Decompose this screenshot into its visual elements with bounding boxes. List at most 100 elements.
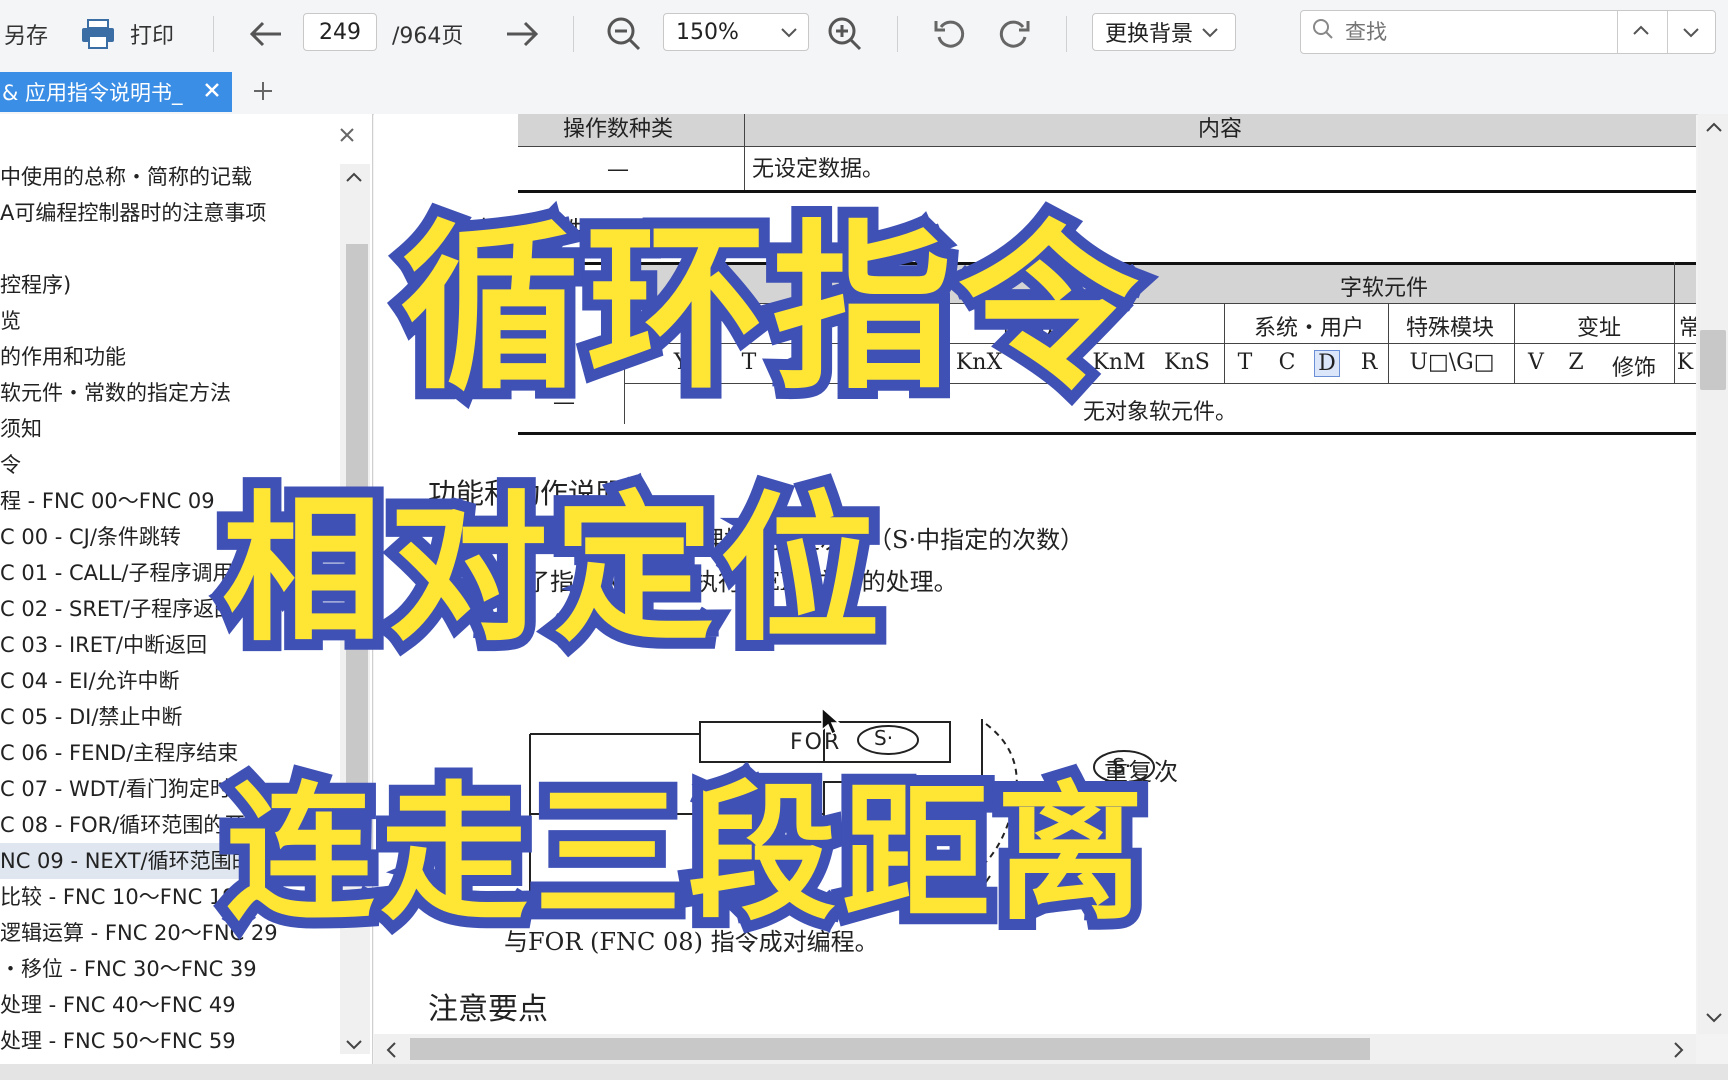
printer-icon (78, 14, 118, 54)
save-as-label: 另存 (4, 24, 49, 49)
toc-item[interactable]: 的作用和功能 (0, 339, 126, 375)
table-divider (744, 114, 745, 190)
toc-item[interactable]: C 04 - EI/允许中断 (0, 663, 180, 699)
table-cell: R (1360, 350, 1378, 375)
table-cell: 修饰 (1611, 356, 1656, 381)
toolbar: 另存 打印 249 /964页 150% 更换背景 (0, 0, 1728, 69)
table-rule (518, 190, 1696, 193)
table-cell-highlight: D (1314, 350, 1340, 377)
table-header-cell: 内容 (1197, 117, 1242, 142)
table-divider (518, 146, 1696, 147)
table-divider (1224, 303, 1225, 383)
background-select-label: 更换背景 (1105, 22, 1194, 47)
table-cell: Z (1568, 350, 1584, 375)
toc-item[interactable]: ・移位 - FNC 30～FNC 39 (0, 951, 257, 987)
table-header-cell: 变址 (1576, 316, 1621, 341)
scroll-down-icon[interactable] (1704, 1008, 1724, 1032)
vertical-scrollbar[interactable] (1698, 114, 1728, 1034)
print-label: 打印 (130, 24, 175, 49)
zoom-out-icon (604, 14, 644, 54)
table-cell: U□\G□ (1409, 350, 1495, 375)
search-prev-button[interactable] (1631, 21, 1651, 47)
tab-label: & 应用指令说明书_ (2, 81, 183, 105)
toc-item[interactable]: 令 (0, 447, 21, 483)
scroll-up-icon[interactable] (1704, 118, 1724, 142)
rotate-ccw-icon (930, 14, 970, 54)
rotate-left-button[interactable] (930, 0, 970, 68)
toolbar-divider (573, 16, 574, 52)
table-cell: — (607, 157, 629, 182)
toc-item[interactable]: C 00 - CJ/条件跳转 (0, 519, 181, 555)
toc-item[interactable]: 控程序) (0, 267, 71, 303)
tab-document[interactable]: & 应用指令说明书_ (0, 72, 232, 112)
zoom-in-button[interactable] (825, 0, 865, 68)
table-divider (1514, 303, 1515, 383)
toolbar-divider (1066, 16, 1067, 52)
background-select[interactable]: 更换背景 (1092, 13, 1236, 51)
table-cell: V (1528, 350, 1544, 375)
toc-item[interactable]: C 06 - FEND/主程序结束 (0, 735, 238, 771)
toc-item[interactable]: 软元件・常数的指定方法 (0, 375, 231, 411)
overlay-title-3: 连走三段距离 (215, 768, 1155, 940)
scroll-left-icon[interactable] (382, 1040, 400, 1064)
diagram-label: 次 (1154, 758, 1178, 786)
rotate-right-button[interactable] (994, 0, 1034, 68)
scroll-right-icon[interactable] (1670, 1040, 1688, 1064)
diagram-label: S· (874, 726, 894, 750)
new-tab-button[interactable] (250, 76, 276, 110)
toc-item[interactable]: 比较 - FNC 10～FNC 19 (0, 879, 236, 915)
toc-item[interactable]: C 01 - CALL/子程序调用 (0, 555, 234, 591)
vertical-scroll-thumb[interactable] (1700, 330, 1726, 390)
zoom-value: 150% (676, 19, 739, 45)
tab-bar: & 应用指令说明书_ (0, 68, 1728, 115)
search-input[interactable] (1343, 19, 1607, 45)
toc-item[interactable]: 程 - FNC 00～FNC 09 (0, 483, 215, 519)
toc-item[interactable]: 处理 - FNC 50～FNC 59 (0, 1023, 236, 1059)
scroll-down-icon[interactable] (344, 1036, 364, 1058)
page-number-input[interactable]: 249 (303, 13, 377, 51)
table-header-cell: 字软元件 (1339, 276, 1428, 301)
zoom-select[interactable]: 150% (663, 13, 809, 51)
toc-item[interactable]: C 05 - DI/禁止中断 (0, 699, 182, 735)
toc-item[interactable]: C 03 - IRET/中断返回 (0, 627, 207, 663)
close-icon[interactable] (202, 78, 222, 107)
search-box (1300, 10, 1716, 54)
search-next-button[interactable] (1681, 23, 1701, 49)
table-cell: K (1676, 350, 1694, 375)
toolbar-divider (213, 16, 214, 52)
table-cell: T (1237, 350, 1253, 375)
toc-item[interactable]: C 07 - WDT/看门狗定时器 (0, 771, 252, 807)
table-cell: C (1278, 350, 1296, 375)
toc-item[interactable]: 中使用的总称・简称的记载 (0, 159, 252, 195)
toc-item[interactable]: A可编程控制器时的注意事项 (0, 195, 266, 231)
mouse-cursor-icon (820, 706, 841, 740)
print-button[interactable]: 打印 (78, 0, 174, 68)
rotate-cw-icon (994, 14, 1034, 54)
zoom-out-button[interactable] (604, 0, 644, 68)
toc-item[interactable]: 须知 (0, 411, 42, 447)
sidebar-close-button[interactable] (336, 124, 358, 150)
close-icon (336, 128, 358, 150)
zoom-in-icon (825, 14, 865, 54)
save-as-button[interactable]: 另存 (4, 0, 48, 68)
scroll-up-icon[interactable] (344, 168, 364, 190)
overlay-title-2: 相对定位 (211, 476, 891, 663)
horizontal-scroll-thumb[interactable] (410, 1038, 1370, 1060)
toc-item[interactable]: 览 (0, 303, 21, 339)
chevron-down-icon (1201, 20, 1219, 45)
table-divider (1388, 303, 1389, 383)
next-page-button[interactable] (502, 0, 542, 68)
toc-item[interactable]: C 02 - SRET/子程序返回 (0, 591, 235, 627)
toc-item[interactable]: 处理 - FNC 40～FNC 49 (0, 987, 236, 1023)
search-icon (1311, 17, 1335, 47)
toolbar-divider (897, 16, 898, 52)
plus-icon (250, 82, 276, 110)
prev-page-button[interactable] (246, 0, 286, 68)
page-total: /964页 (392, 24, 464, 49)
table-header-cell: 特殊模块 (1405, 316, 1494, 341)
table-header-cell: 操作数种类 (562, 117, 673, 142)
table-cell: KnS (1164, 350, 1210, 375)
chevron-down-icon (780, 20, 798, 45)
table-rule (518, 432, 1696, 435)
status-bar (0, 1064, 1728, 1080)
